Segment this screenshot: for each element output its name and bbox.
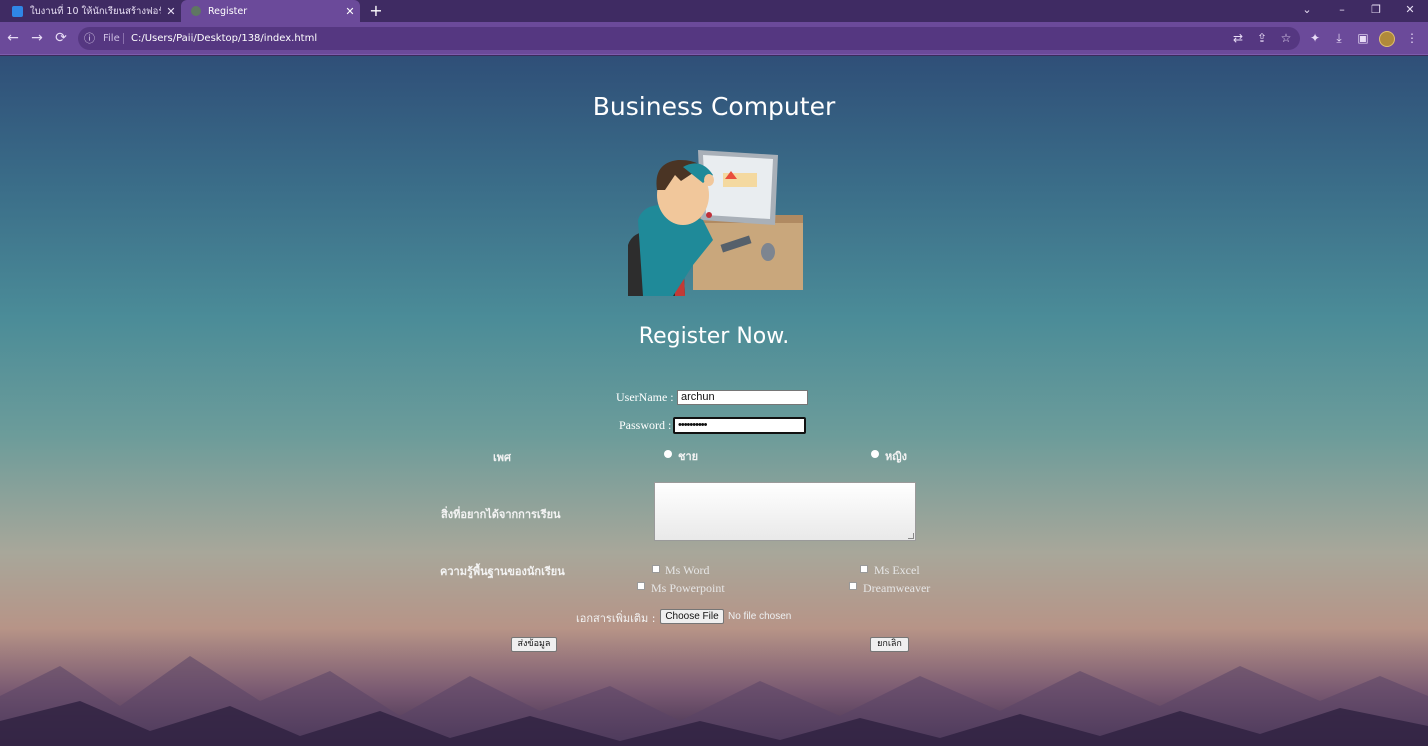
tab-title: ใบงานที่ 10 ให้นักเรียนสร้างฟอร์มสมัคร: [30, 5, 161, 17]
page-subtitle: Register Now.: [638, 324, 790, 349]
site-info-icon[interactable]: ⓘ: [84, 27, 95, 50]
cancel-button[interactable]: ยกเลิก: [870, 637, 909, 652]
tab-close-icon[interactable]: ✕: [340, 5, 360, 18]
new-tab-button[interactable]: +: [368, 0, 384, 22]
tab-title: Register: [208, 5, 248, 17]
browser-toolbar: ← → ⟳ ⓘ File C:/Users/Paii/Desktop/138/i…: [0, 22, 1428, 55]
forward-button[interactable]: →: [26, 22, 48, 55]
sidebar-icon[interactable]: ▣: [1354, 22, 1372, 55]
tab-search-dropdown-icon[interactable]: ⌄: [1292, 0, 1322, 22]
expectation-textarea[interactable]: [654, 482, 916, 541]
submit-button[interactable]: ส่งข้อมูล: [511, 637, 557, 652]
ms-powerpoint-label: Ms Powerpoint: [651, 581, 725, 595]
no-file-text: No file chosen: [728, 611, 792, 622]
classroom-favicon-icon: [12, 5, 23, 17]
gender-label: เพศ: [493, 451, 511, 464]
profile-avatar[interactable]: [1379, 31, 1395, 47]
dreamweaver-checkbox[interactable]: [849, 582, 857, 590]
download-icon[interactable]: ⤓: [1330, 22, 1348, 55]
close-window-button[interactable]: ✕: [1395, 0, 1425, 22]
url-text[interactable]: C:/Users/Paii/Desktop/138/index.html: [131, 27, 317, 50]
tab-strip: ใบงานที่ 10 ให้นักเรียนสร้างฟอร์มสมัคร ✕…: [0, 0, 1428, 22]
password-label: Password :: [619, 418, 672, 432]
knowledge-label: ความรู้พื้นฐานของนักเรียน: [440, 565, 565, 578]
gender-female-radio[interactable]: [871, 450, 879, 458]
ms-word-checkbox[interactable]: [652, 565, 660, 573]
student-computer-illustration: [628, 150, 803, 296]
star-icon[interactable]: ☆: [1277, 22, 1295, 55]
mountain-background: [0, 656, 1428, 746]
username-input[interactable]: archun: [677, 390, 808, 405]
translate-icon[interactable]: ⇄: [1229, 22, 1247, 55]
attachment-label: เอกสารเพิ่มเติม :: [576, 612, 656, 625]
dreamweaver-label: Dreamweaver: [863, 581, 931, 595]
page-title: Business Computer: [592, 92, 836, 121]
address-divider: [123, 33, 124, 44]
ms-excel-label: Ms Excel: [874, 563, 920, 577]
restore-button[interactable]: ❐: [1361, 0, 1391, 22]
back-button[interactable]: ←: [2, 22, 24, 55]
gender-female-label: หญิง: [885, 450, 907, 463]
gender-male-label: ชาย: [678, 450, 699, 463]
tab-worksheet[interactable]: ใบงานที่ 10 ให้นักเรียนสร้างฟอร์มสมัคร ✕: [0, 0, 181, 22]
username-label: UserName :: [616, 390, 674, 404]
choose-file-button[interactable]: Choose File: [660, 609, 724, 624]
menu-icon[interactable]: ⋮: [1403, 22, 1421, 55]
gender-male-radio[interactable]: [664, 450, 672, 458]
page-favicon-icon: [191, 6, 201, 16]
share-icon[interactable]: ⇪: [1253, 22, 1271, 55]
extensions-icon[interactable]: ✦: [1306, 22, 1324, 55]
tab-register[interactable]: Register ✕: [181, 0, 360, 22]
ms-excel-checkbox[interactable]: [860, 565, 868, 573]
ms-powerpoint-checkbox[interactable]: [637, 582, 645, 590]
address-bar[interactable]: ⓘ File C:/Users/Paii/Desktop/138/index.h…: [78, 27, 1300, 50]
expectation-label: สิ่งที่อยากได้จากการเรียน: [441, 508, 561, 521]
password-input[interactable]: ••••••••••: [673, 417, 806, 434]
reload-button[interactable]: ⟳: [50, 22, 72, 55]
tab-close-icon[interactable]: ✕: [161, 5, 181, 18]
scheme-label: File: [103, 33, 120, 44]
ms-word-label: Ms Word: [665, 563, 710, 577]
page-viewport: Business Computer Register Now. UserName…: [0, 56, 1428, 746]
minimize-button[interactable]: –: [1327, 0, 1357, 22]
